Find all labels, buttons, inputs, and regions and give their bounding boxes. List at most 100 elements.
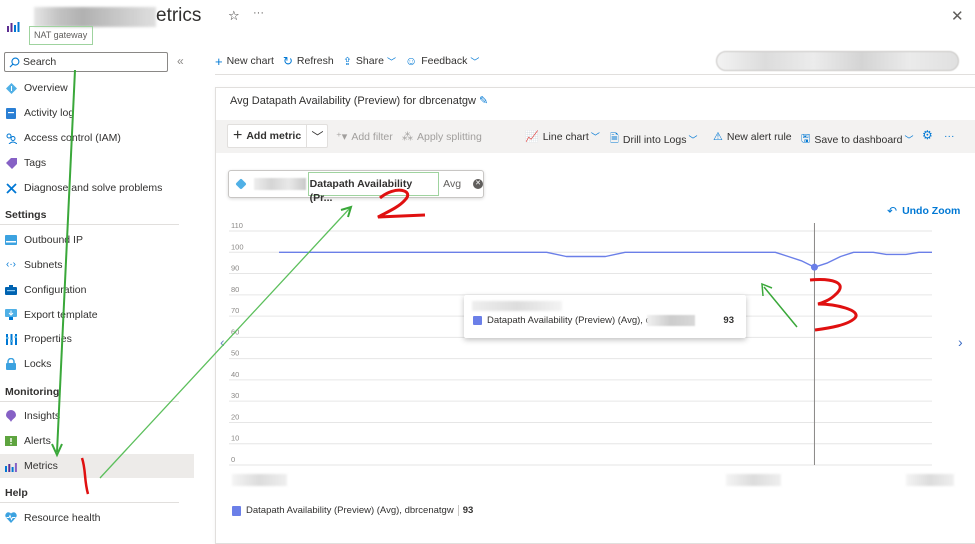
undo-icon: ↶ (887, 204, 898, 218)
sidebar-item-properties[interactable]: Properties (0, 327, 200, 352)
aggregation-label: Avg (443, 178, 462, 190)
redacted-x-tick (232, 474, 287, 486)
more-options-icon[interactable]: ··· (253, 7, 264, 19)
menu-search-box[interactable] (4, 52, 168, 72)
insights-icon (5, 410, 17, 423)
sidebar-item-label: Metrics (24, 460, 58, 473)
activity-log-icon (5, 107, 17, 119)
sidebar-item-label: Export template (24, 308, 98, 321)
alert-icon: ⚠ (713, 131, 723, 143)
new-alert-rule-button[interactable]: ⚠ New alert rule (713, 130, 792, 144)
wrench-icon (5, 182, 17, 194)
metric-pill[interactable]: Datapath Availability (Pr... Avg ✕ (228, 170, 484, 204)
apply-splitting-button[interactable]: ⁂ Apply splitting (402, 130, 482, 144)
sidebar-item-label: Access control (IAM) (24, 132, 121, 145)
remove-metric-icon[interactable]: ✕ (473, 179, 484, 189)
plus-icon: + (233, 127, 243, 144)
outbound-ip-icon (5, 234, 17, 246)
add-metric-button[interactable]: + Add metric ﹀ (227, 124, 328, 148)
page-title: etrics (156, 5, 202, 26)
refresh-button[interactable]: ↻ Refresh (283, 54, 334, 68)
logs-icon: 🗎 (610, 133, 619, 145)
sidebar-item-label: Alerts (24, 435, 51, 448)
sidebar-item-iam[interactable]: Access control (IAM) (0, 126, 200, 151)
series-swatch (232, 505, 241, 516)
chevron-down-icon: ﹀ (590, 132, 600, 142)
properties-icon (5, 333, 17, 345)
subnets-icon: ‹·› (6, 259, 16, 271)
y-tick-label: 90 (231, 264, 239, 273)
sidebar-item-activity-log[interactable]: Activity log (0, 101, 200, 126)
edit-title-pencil-icon[interactable]: ✎ (479, 94, 488, 107)
sidebar-item-tags[interactable]: Tags (0, 151, 200, 176)
sidebar-item-subnets[interactable]: ‹·› Subnets (0, 252, 200, 277)
sidebar-item-configuration[interactable]: Configuration (0, 277, 200, 302)
sidebar-item-label: Properties (24, 333, 72, 346)
sidebar-item-label: Subnets (24, 258, 63, 271)
sidebar-item-overview[interactable]: Overview (0, 76, 200, 101)
chart-more-options-icon[interactable]: ··· (944, 130, 955, 142)
metric-name: Datapath Availability (Pr... (307, 172, 440, 204)
add-filter-button[interactable]: ⁺▾ Add filter (336, 130, 393, 144)
time-range-picker[interactable] (716, 51, 959, 71)
add-metric-dropdown-chevron-icon[interactable]: ﹀ (306, 125, 328, 147)
legend-label: Datapath Availability (Preview) (Avg), d… (246, 505, 454, 516)
sidebar-item-label: Diagnose and solve problems (24, 182, 163, 194)
series-line (279, 251, 932, 268)
redacted-resource-name (34, 7, 156, 27)
sidebar-item-locks[interactable]: Locks (0, 352, 200, 377)
metrics-app-icon (7, 22, 20, 32)
redacted-resource-name (647, 315, 695, 326)
sidebar-item-label: Tags (24, 157, 47, 170)
sidebar-item-alerts[interactable]: Alerts (0, 429, 200, 454)
chart-title: Avg Datapath Availability (Preview) for … (230, 95, 476, 107)
sidebar-item-outbound-ip[interactable]: Outbound IP (0, 227, 200, 252)
undo-zoom-button[interactable]: ↶ Undo Zoom (887, 204, 960, 218)
chevron-right-icon[interactable]: › (958, 334, 963, 350)
close-icon[interactable]: ✕ (951, 7, 964, 25)
line-chart[interactable]: 0 10 20 30 40 50 60 70 80 90 100 110 (216, 218, 975, 478)
chevron-down-icon: ﹀ (688, 135, 698, 145)
y-tick-label: 40 (231, 370, 239, 379)
tag-icon (5, 157, 17, 169)
line-chart-button[interactable]: 📈 Line chart ﹀ (525, 130, 600, 144)
sidebar-item-export-template[interactable]: Export template (0, 302, 200, 327)
save-to-dashboard-button[interactable]: 🖫 Save to dashboard ﹀ (801, 130, 914, 149)
drill-into-logs-button[interactable]: 🗎 Drill into Logs ﹀ (610, 130, 698, 149)
lock-icon (5, 358, 17, 371)
sidebar-item-label: Overview (24, 82, 68, 95)
line-chart-icon: 📈 (525, 131, 539, 143)
section-settings: Settings (0, 200, 179, 226)
chevron-left-icon[interactable]: ‹ (220, 334, 225, 350)
export-template-icon (5, 309, 17, 321)
sidebar-item-label: Configuration (24, 283, 87, 296)
configuration-icon (5, 284, 17, 296)
new-chart-button[interactable]: + New chart (215, 54, 274, 69)
sidebar-item-metrics[interactable]: Metrics (0, 453, 194, 479)
search-icon (9, 57, 20, 67)
share-button[interactable]: ⇪ Share ﹀ (343, 55, 396, 68)
chevron-down-icon: ﹀ (904, 135, 914, 145)
favorite-star-icon[interactable]: ☆ (228, 8, 240, 24)
legend-separator (457, 505, 459, 516)
share-icon: ⇪ (342, 55, 352, 68)
chart-settings-gear-icon[interactable]: ⚙ (922, 128, 933, 142)
sidebar-item-resource-health[interactable]: Resource health (0, 505, 200, 530)
y-tick-label: 70 (231, 306, 239, 315)
sidebar-item-insights[interactable]: Insights (0, 404, 200, 429)
redacted-tooltip-time (472, 301, 562, 311)
resource-cube-icon (235, 178, 247, 190)
iam-icon (5, 132, 17, 144)
chart-legend-item[interactable]: Datapath Availability (Preview) (Avg), d… (232, 505, 473, 516)
chart-card: Avg Datapath Availability (Preview) for … (215, 87, 975, 544)
menu-search-input[interactable] (23, 56, 163, 68)
y-tick-label: 20 (231, 412, 239, 421)
splitting-icon: ⁂ (402, 131, 413, 143)
refresh-icon: ↻ (282, 54, 293, 68)
feedback-button[interactable]: ☺ Feedback ﹀ (405, 54, 479, 68)
collapse-menu-icon[interactable]: « (177, 54, 184, 68)
y-tick-label: 110 (231, 221, 243, 230)
smiley-icon: ☺ (404, 54, 418, 68)
redacted-x-tick (726, 474, 781, 486)
sidebar-item-diagnose[interactable]: Diagnose and solve problems (0, 176, 200, 201)
